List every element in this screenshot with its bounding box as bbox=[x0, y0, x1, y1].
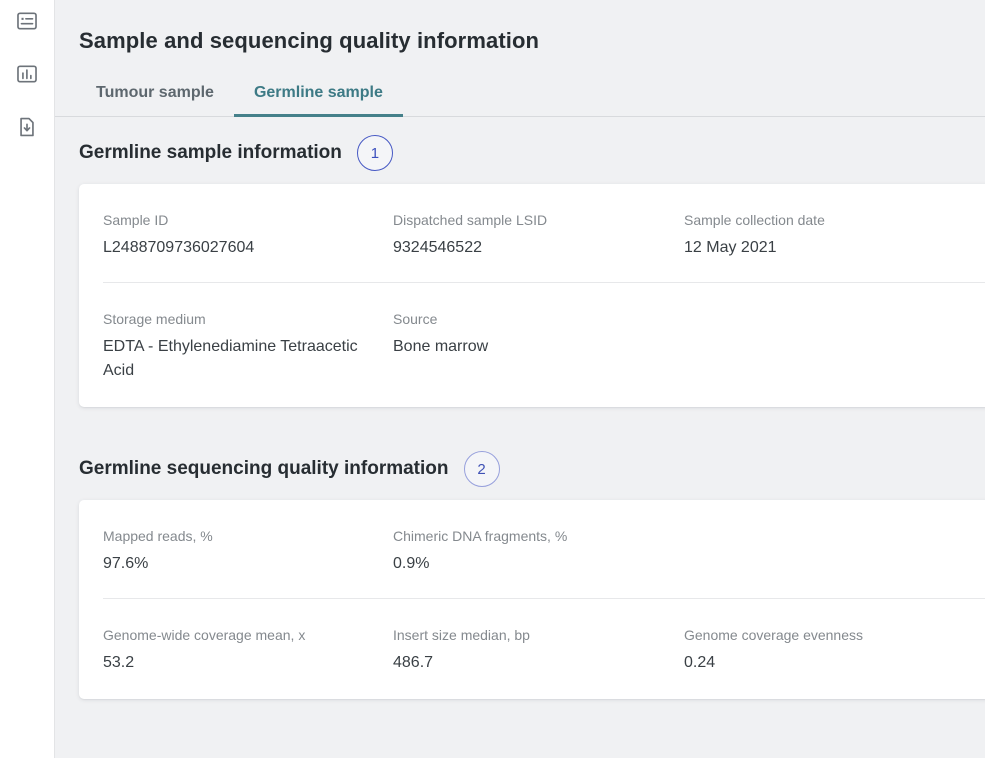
field-value: 0.9% bbox=[393, 552, 660, 576]
field-insert-size-median: Insert size median, bp 486.7 bbox=[393, 626, 684, 675]
field-label: Genome coverage evenness bbox=[684, 626, 940, 644]
field-label: Chimeric DNA fragments, % bbox=[393, 527, 660, 545]
page-title: Sample and sequencing quality informatio… bbox=[79, 28, 988, 54]
field-value: L2488709736027604 bbox=[103, 236, 369, 260]
field-dispatched-sample-lsid: Dispatched sample LSID 9324546522 bbox=[393, 211, 684, 260]
card-row: Storage medium EDTA - Ethylenediamine Te… bbox=[79, 283, 988, 407]
field-value: Bone marrow bbox=[393, 335, 660, 359]
card-row: Mapped reads, % 97.6% Chimeric DNA fragm… bbox=[79, 500, 988, 598]
field-label: Mapped reads, % bbox=[103, 527, 369, 545]
section-header-germline-sample-info: Germline sample information 1 bbox=[79, 135, 988, 171]
bar-chart-icon bbox=[16, 63, 38, 85]
field-value: 486.7 bbox=[393, 651, 660, 675]
field-label: Storage medium bbox=[103, 310, 369, 328]
main-content: Sample and sequencing quality informatio… bbox=[55, 0, 988, 758]
field-value: 9324546522 bbox=[393, 236, 660, 260]
section-title: Germline sequencing quality information bbox=[79, 458, 449, 480]
field-mapped-reads: Mapped reads, % 97.6% bbox=[103, 527, 393, 576]
field-value: 0.24 bbox=[684, 651, 940, 675]
field-label: Sample ID bbox=[103, 211, 369, 229]
field-genome-coverage-evenness: Genome coverage evenness 0.24 bbox=[684, 626, 964, 675]
tab-bar: Tumour sample Germline sample bbox=[55, 78, 988, 117]
list-details-icon bbox=[16, 10, 38, 32]
field-sample-collection-date: Sample collection date 12 May 2021 bbox=[684, 211, 964, 260]
field-chimeric-dna-fragments: Chimeric DNA fragments, % 0.9% bbox=[393, 527, 684, 576]
field-label: Insert size median, bp bbox=[393, 626, 660, 644]
tab-tumour-sample[interactable]: Tumour sample bbox=[76, 78, 234, 116]
section-title: Germline sample information bbox=[79, 142, 342, 164]
field-sample-id: Sample ID L2488709736027604 bbox=[103, 211, 393, 260]
field-label: Dispatched sample LSID bbox=[393, 211, 660, 229]
step-badge-2: 2 bbox=[464, 451, 500, 487]
germline-sequencing-quality-card: Mapped reads, % 97.6% Chimeric DNA fragm… bbox=[79, 500, 988, 699]
sidebar-item-download-report[interactable] bbox=[14, 114, 40, 140]
sidebar bbox=[0, 0, 55, 758]
tab-germline-sample[interactable]: Germline sample bbox=[234, 78, 403, 116]
germline-sample-info-card: Sample ID L2488709736027604 Dispatched s… bbox=[79, 184, 988, 407]
card-row: Sample ID L2488709736027604 Dispatched s… bbox=[79, 184, 988, 282]
card-row: Genome-wide coverage mean, x 53.2 Insert… bbox=[79, 599, 988, 699]
section-header-germline-sequencing-quality: Germline sequencing quality information … bbox=[79, 451, 988, 487]
field-source: Source Bone marrow bbox=[393, 310, 684, 383]
sidebar-item-charts[interactable] bbox=[14, 61, 40, 87]
sidebar-item-details[interactable] bbox=[14, 8, 40, 34]
field-value: EDTA - Ethylenediamine Tetraacetic Acid bbox=[103, 335, 369, 383]
field-value: 97.6% bbox=[103, 552, 369, 576]
field-value: 12 May 2021 bbox=[684, 236, 940, 260]
file-download-icon bbox=[16, 116, 38, 138]
field-label: Source bbox=[393, 310, 660, 328]
field-label: Genome-wide coverage mean, x bbox=[103, 626, 369, 644]
field-label: Sample collection date bbox=[684, 211, 940, 229]
field-genome-wide-coverage-mean: Genome-wide coverage mean, x 53.2 bbox=[103, 626, 393, 675]
field-value: 53.2 bbox=[103, 651, 369, 675]
field-storage-medium: Storage medium EDTA - Ethylenediamine Te… bbox=[103, 310, 393, 383]
step-badge-1: 1 bbox=[357, 135, 393, 171]
